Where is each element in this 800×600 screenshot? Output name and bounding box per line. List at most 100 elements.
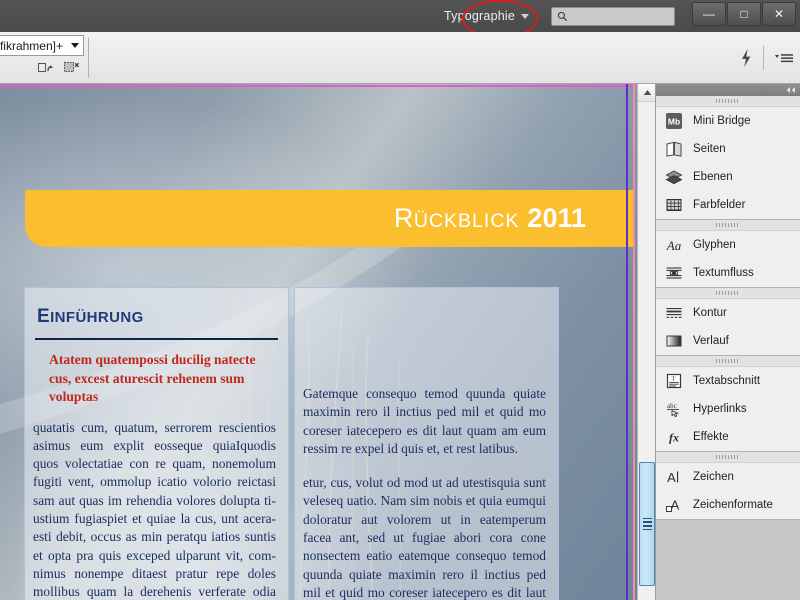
panel-item-textumfluss[interactable]: Textumfluss (656, 259, 800, 287)
dock-group: Aa Glyphen Textumfluss (656, 220, 800, 288)
text-frame-right-content: Gatemque consequo temod quunda quiate ma… (295, 385, 558, 600)
mini-bridge-icon: Mb (664, 111, 684, 131)
panel-item-hyperlinks[interactable]: abc Hyperlinks (656, 395, 800, 423)
banner-year: 2011 (527, 203, 586, 233)
minimize-button[interactable]: — (692, 2, 726, 26)
control-bar-right-group (739, 46, 794, 70)
text-wrap-icon (664, 263, 684, 283)
dock-group-grip[interactable] (656, 288, 800, 299)
body-paragraph-right-2: etur, cus, volut od mod ut ad utestisqui… (303, 475, 546, 600)
vertical-scrollbar[interactable] (637, 84, 656, 600)
dock-group: T Textabschnitt abc Hyperlinks fx Effekt… (656, 356, 800, 452)
panel-dock: Mb Mini Bridge Seiten Ebenen Farbfelder … (655, 84, 800, 600)
chevron-down-icon[interactable] (71, 43, 79, 48)
panel-item-mini-bridge[interactable]: Mb Mini Bridge (656, 107, 800, 135)
section-heading-initial: E (37, 306, 51, 327)
panel-item-effekte[interactable]: fx Effekte (656, 423, 800, 451)
page-banner[interactable]: RÜCKBLICK 2011 (25, 190, 633, 247)
column-guide (626, 84, 628, 600)
dock-group-grip[interactable] (656, 356, 800, 367)
lead-paragraph: Atatem quatempossi ducilig natecte cus, … (49, 352, 256, 404)
story-icon: T (664, 371, 684, 391)
control-bar-divider-2 (763, 46, 764, 70)
redefine-style-icon[interactable] (38, 60, 54, 74)
page-top-guide (0, 85, 655, 87)
dock-group: A Zeichen A Zeichenformate (656, 452, 800, 520)
body-paragraph-right-1: Gatemque consequo temod quunda quiate ma… (303, 386, 546, 456)
panel-item-label: Hyperlinks (693, 403, 747, 415)
application-window: Typographie — □ ✕ rafikrahmen]+ (0, 0, 800, 600)
dock-empty-space (656, 520, 800, 600)
close-button[interactable]: ✕ (762, 2, 796, 26)
panel-item-zeichen[interactable]: A Zeichen (656, 463, 800, 491)
svg-text:Mb: Mb (668, 117, 680, 127)
effects-icon: fx (664, 427, 684, 447)
maximize-button[interactable]: □ (727, 2, 761, 26)
section-heading: EINFÜHRUNG (37, 306, 288, 328)
panel-item-label: Farbfelder (693, 199, 746, 211)
character-styles-icon: A (664, 495, 684, 515)
svg-text:A: A (667, 470, 676, 485)
svg-text:fx: fx (669, 431, 679, 445)
search-input[interactable] (551, 6, 675, 26)
scroll-thumb-grip-icon (642, 517, 652, 531)
panel-item-zeichenformate[interactable]: A Zeichenformate (656, 491, 800, 519)
control-bar-divider (88, 38, 89, 78)
clear-overrides-icon[interactable] (64, 60, 80, 74)
scroll-up-arrow-icon[interactable] (638, 84, 656, 102)
control-bar-icon-group (38, 60, 80, 74)
panel-menu-icon[interactable] (774, 51, 794, 65)
triangle-up-icon (643, 90, 651, 95)
panel-item-kontur[interactable]: Kontur (656, 299, 800, 327)
dock-group: Mb Mini Bridge Seiten Ebenen Farbfelder (656, 96, 800, 220)
search-icon (557, 11, 568, 21)
workspace-switcher[interactable]: Typographie (440, 9, 533, 23)
panel-item-label: Zeichenformate (693, 499, 773, 511)
application-bar: Typographie — □ ✕ (0, 0, 800, 38)
panel-item-label: Kontur (693, 307, 727, 319)
panel-item-label: Zeichen (693, 471, 734, 483)
banner-title-smallcaps: ÜCKBLICK (413, 210, 520, 232)
panel-item-seiten[interactable]: Seiten (656, 135, 800, 163)
panel-item-label: Textabschnitt (693, 375, 761, 387)
panel-item-label: Ebenen (693, 171, 733, 183)
panel-item-label: Mini Bridge (693, 115, 751, 127)
swatches-icon (664, 195, 684, 215)
hyperlinks-icon: abc (664, 399, 684, 419)
body-paragraph-left-1: quatatis cum, quatum, serrorem rescienti… (33, 419, 276, 600)
banner-title-initial: R (393, 203, 414, 233)
dock-group: Kontur Verlauf (656, 288, 800, 356)
control-bar: rafikrahmen]+ (0, 32, 800, 84)
window-controls: — □ ✕ (691, 0, 800, 32)
object-style-dropdown[interactable]: rafikrahmen]+ (0, 35, 84, 56)
quick-apply-lightning-icon[interactable] (739, 48, 753, 68)
document-canvas[interactable]: RÜCKBLICK 2011 EINFÜHRUNG Atatem quatemp… (0, 84, 655, 600)
dock-group-grip[interactable] (656, 220, 800, 231)
stroke-icon (664, 303, 684, 323)
banner-title: RÜCKBLICK 2011 (394, 203, 586, 234)
dock-header[interactable] (656, 84, 800, 96)
chevron-down-icon[interactable] (521, 13, 529, 19)
pages-icon (664, 139, 684, 159)
dock-group-grip[interactable] (656, 452, 800, 463)
svg-text:T: T (671, 375, 675, 382)
collapse-panels-icon[interactable] (785, 86, 797, 94)
svg-text:A: A (671, 498, 680, 513)
text-frame-right[interactable]: Gatemque consequo temod quunda quiate ma… (294, 287, 559, 600)
text-frame-left-content: EINFÜHRUNG Atatem quatempossi ducilig na… (25, 306, 288, 600)
panel-item-textabschnitt[interactable]: T Textabschnitt (656, 367, 800, 395)
workspace-name[interactable]: Typographie (444, 9, 515, 23)
panel-item-glyphen[interactable]: Aa Glyphen (656, 231, 800, 259)
object-style-value: rafikrahmen]+ (0, 38, 63, 53)
layers-icon (664, 167, 684, 187)
scroll-thumb[interactable] (639, 462, 655, 586)
panel-item-verlauf[interactable]: Verlauf (656, 327, 800, 355)
glyphs-icon: Aa (664, 235, 684, 255)
panel-item-label: Verlauf (693, 335, 729, 347)
text-frame-left[interactable]: EINFÜHRUNG Atatem quatempossi ducilig na… (24, 287, 289, 600)
svg-text:Aa: Aa (666, 238, 682, 253)
panel-item-ebenen[interactable]: Ebenen (656, 163, 800, 191)
dock-group-grip[interactable] (656, 96, 800, 107)
panel-item-farbfelder[interactable]: Farbfelder (656, 191, 800, 219)
panel-item-label: Seiten (693, 143, 726, 155)
